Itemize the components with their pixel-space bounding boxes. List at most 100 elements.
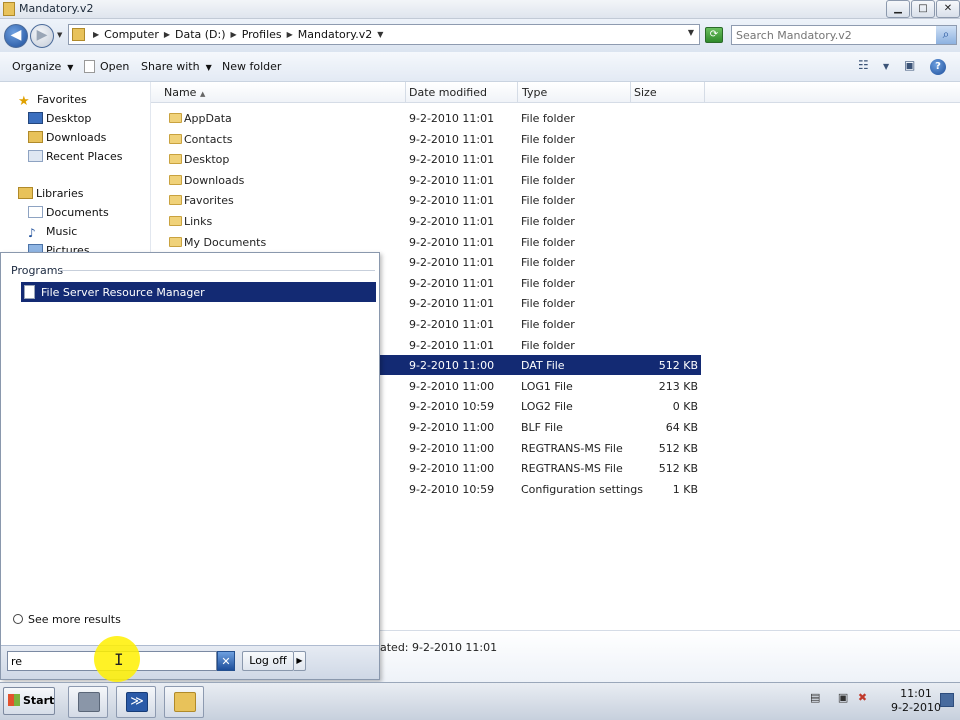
window-controls: ▁ □ ✕ — [885, 0, 960, 19]
column-divider[interactable] — [630, 82, 631, 103]
share-with-menu[interactable]: Share with ▼ — [141, 60, 212, 73]
details-date-created: ated: 9-2-2010 11:01 — [380, 641, 498, 654]
recent-pages-dropdown[interactable]: ▼ — [57, 31, 62, 39]
search-icon[interactable]: ⌕ — [936, 26, 956, 44]
start-menu-footer: ✕ Log off ▶ — [1, 645, 379, 679]
breadcrumb-data-drive[interactable]: Data (D:) — [172, 28, 229, 42]
table-row[interactable]: Favorites 9-2-2010 11:01 File folder — [159, 190, 701, 210]
file-date-modified: 9-2-2010 11:01 — [409, 297, 495, 311]
file-date-modified: 9-2-2010 11:01 — [409, 132, 495, 146]
address-box[interactable]: ▶ Computer ▶ Data (D:) ▶ Profiles ▶ Mand… — [68, 24, 700, 45]
table-row[interactable]: Desktop 9-2-2010 11:01 File folder — [159, 149, 701, 169]
help-button[interactable]: ? — [930, 59, 946, 75]
table-row[interactable]: Links 9-2-2010 11:01 File folder — [159, 211, 701, 231]
table-row[interactable]: Downloads 9-2-2010 11:01 File folder — [159, 170, 701, 190]
column-type[interactable]: Type — [522, 86, 547, 99]
chevron-down-icon[interactable]: ▼ — [375, 28, 385, 42]
powershell-icon: ≫ — [126, 692, 148, 712]
nav-desktop[interactable]: Desktop — [28, 112, 91, 125]
show-desktop-button[interactable] — [940, 693, 954, 707]
clock[interactable]: 11:01 9-2-2010 — [890, 687, 942, 715]
breadcrumb-computer[interactable]: Computer — [101, 28, 162, 42]
chevron-down-icon[interactable]: ▼ — [883, 62, 889, 71]
start-label: Start — [23, 694, 55, 707]
column-date-modified[interactable]: Date modified — [409, 86, 487, 99]
column-divider[interactable] — [704, 82, 705, 103]
nav-libraries[interactable]: Libraries — [18, 187, 84, 200]
clock-date: 9-2-2010 — [891, 701, 941, 714]
taskbar: Start ≫ ▤ ▣ ✖ 11:01 9-2-2010 — [0, 682, 960, 720]
refresh-button[interactable]: ⟳ — [705, 27, 723, 43]
nav-recent-places-label: Recent Places — [46, 150, 123, 163]
clear-search-button[interactable]: ✕ — [217, 651, 235, 671]
column-size[interactable]: Size — [634, 86, 657, 99]
chevron-right-icon[interactable]: ▶ — [229, 28, 239, 42]
breadcrumb-mandatory[interactable]: Mandatory.v2 — [295, 28, 375, 42]
maximize-button[interactable]: □ — [911, 0, 935, 18]
file-name: Downloads — [184, 173, 245, 187]
file-type: File folder — [521, 173, 575, 187]
column-divider[interactable] — [405, 82, 406, 103]
recent-places-icon — [28, 150, 43, 162]
search-input[interactable] — [732, 26, 932, 44]
close-button[interactable]: ✕ — [936, 0, 960, 18]
taskbar-explorer[interactable] — [164, 686, 204, 718]
start-button[interactable]: Start — [3, 687, 55, 715]
address-history-dropdown[interactable]: ▼ — [688, 28, 694, 37]
folder-icon — [169, 133, 182, 144]
volume-muted-icon[interactable]: ✖ — [858, 691, 867, 704]
file-type: File folder — [521, 153, 575, 167]
column-name[interactable]: Name ▲ — [164, 86, 205, 99]
file-date-modified: 9-2-2010 11:01 — [409, 318, 495, 331]
table-row[interactable]: My Documents 9-2-2010 11:01 File folder — [159, 232, 701, 252]
log-off-button[interactable]: Log off — [242, 651, 294, 671]
file-name: AppData — [184, 112, 232, 125]
server-manager-icon — [78, 692, 100, 712]
file-date-modified: 9-2-2010 11:01 — [409, 153, 495, 167]
nav-documents[interactable]: Documents — [28, 206, 109, 219]
chevron-right-icon[interactable]: ▶ — [162, 28, 172, 42]
open-label: Open — [100, 60, 130, 73]
start-menu: Programs File Server Resource Manager Se… — [0, 252, 380, 680]
file-date-modified: 9-2-2010 11:00 — [409, 462, 495, 476]
title-bar: Mandatory.v2 ▁ □ ✕ — [0, 0, 960, 19]
column-divider[interactable] — [517, 82, 518, 103]
breadcrumb-profiles[interactable]: Profiles — [239, 28, 285, 42]
back-button[interactable]: ◀ — [4, 24, 28, 48]
taskbar-server-manager[interactable] — [68, 686, 108, 718]
file-date-modified: 9-2-2010 11:00 — [409, 441, 495, 455]
see-more-results-link[interactable]: See more results — [13, 613, 121, 626]
action-center-icon[interactable]: ▤ — [810, 691, 820, 704]
file-date-modified: 9-2-2010 11:01 — [409, 235, 495, 249]
new-folder-button[interactable]: New folder — [222, 60, 281, 73]
preview-pane-icon[interactable]: ▣ — [904, 58, 915, 72]
file-name: Desktop — [184, 153, 230, 167]
file-date-modified: 9-2-2010 11:00 — [409, 379, 495, 393]
nav-desktop-label: Desktop — [46, 112, 92, 125]
program-result[interactable]: File Server Resource Manager — [21, 282, 376, 302]
file-date-modified: 9-2-2010 10:59 — [409, 482, 495, 496]
chevron-down-icon: ▼ — [205, 63, 212, 72]
file-type: REGTRANS-MS File — [521, 441, 623, 455]
file-date-modified: 9-2-2010 11:01 — [409, 173, 495, 187]
organize-menu[interactable]: Organize ▼ — [12, 60, 73, 73]
shutdown-options-button[interactable]: ▶ — [294, 651, 306, 671]
table-row[interactable]: AppData 9-2-2010 11:01 File folder — [159, 108, 701, 128]
nav-downloads[interactable]: Downloads — [28, 131, 106, 144]
minimize-button[interactable]: ▁ — [886, 0, 910, 18]
chevron-right-icon[interactable]: ▶ — [285, 28, 295, 42]
open-button[interactable]: Open — [84, 60, 129, 73]
chevron-right-icon[interactable]: ▶ — [91, 28, 101, 42]
nav-downloads-label: Downloads — [46, 131, 107, 144]
table-row[interactable]: Contacts 9-2-2010 11:01 File folder — [159, 129, 701, 149]
file-type: File folder — [521, 338, 575, 352]
nav-recent-places[interactable]: Recent Places — [28, 150, 123, 163]
view-options-icon[interactable]: ☷ — [858, 58, 869, 72]
file-name: My Documents — [184, 235, 267, 249]
nav-music[interactable]: ♪ Music — [28, 225, 77, 240]
forward-button[interactable]: ▶ — [30, 24, 54, 48]
star-icon: ★ — [18, 94, 30, 109]
taskbar-powershell[interactable]: ≫ — [116, 686, 156, 718]
network-icon[interactable]: ▣ — [838, 691, 848, 704]
nav-favorites[interactable]: ★ Favorites — [18, 93, 87, 109]
